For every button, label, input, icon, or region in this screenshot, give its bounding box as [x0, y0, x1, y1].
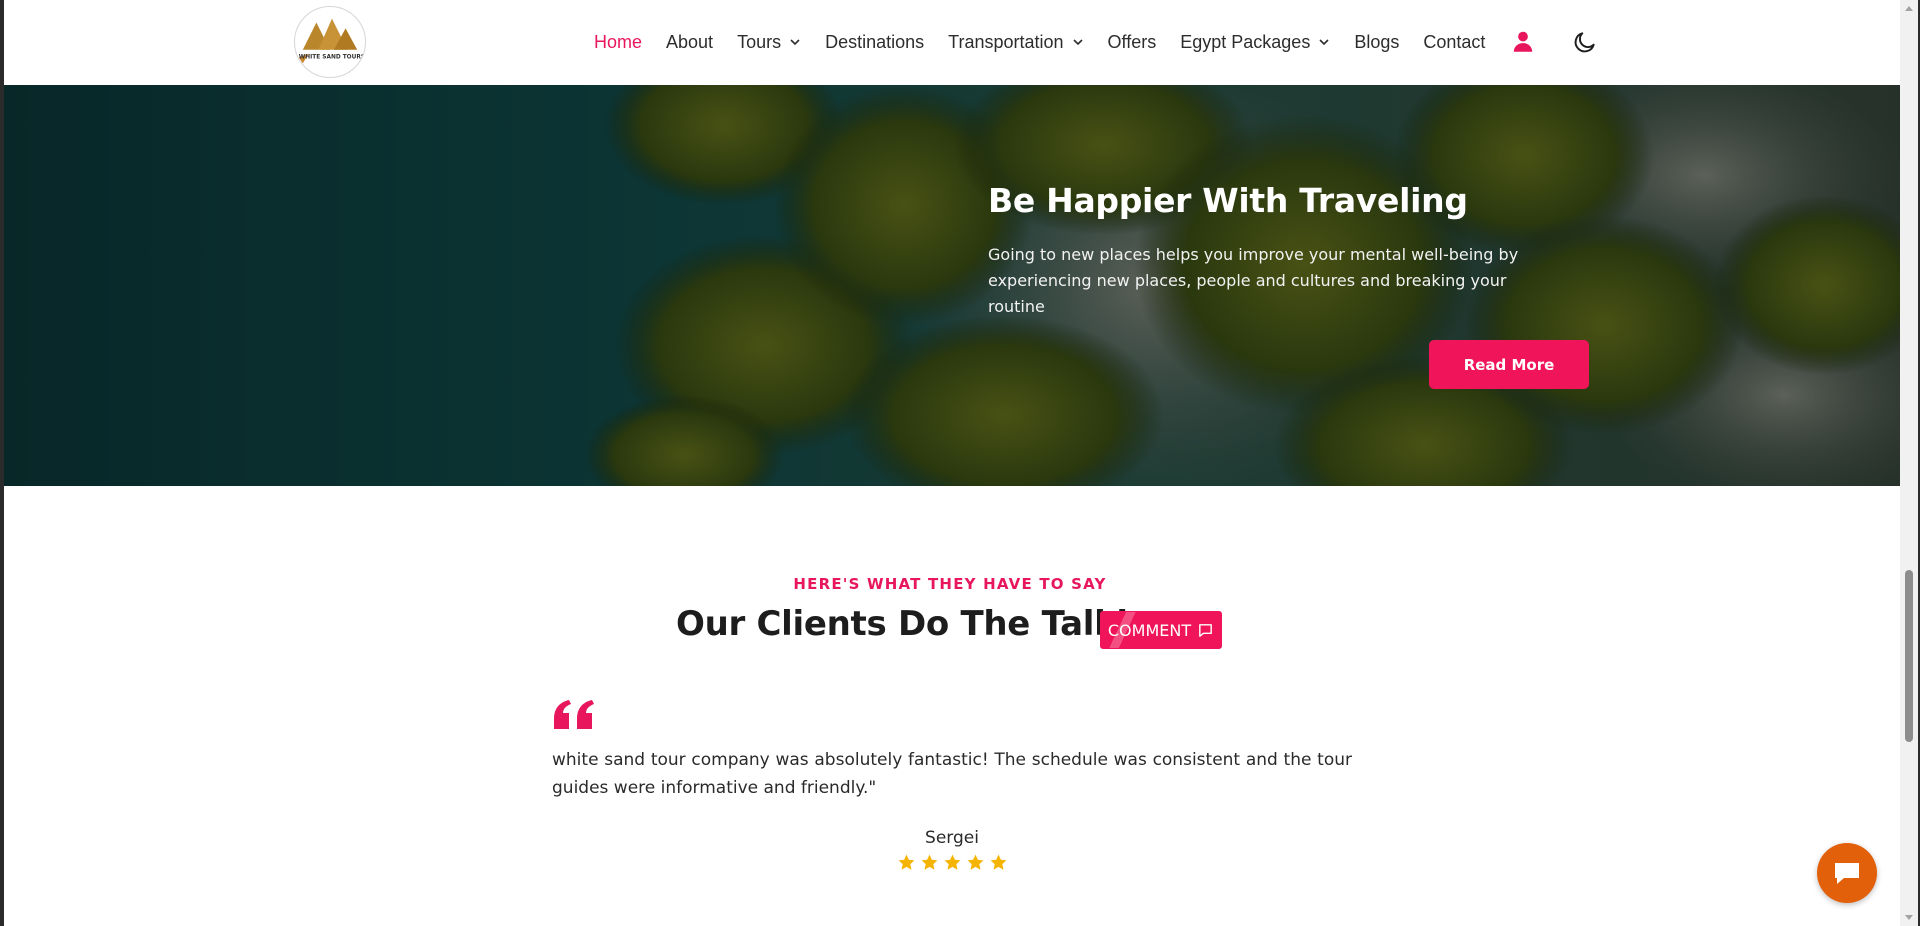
chevron-down-icon	[1319, 39, 1329, 46]
section-eyebrow: HERE'S WHAT THEY HAVE TO SAY	[793, 575, 1107, 593]
logo-mark-icon: WHITE SAND TOURS	[295, 7, 365, 77]
chevron-down-icon	[1072, 39, 1083, 46]
user-icon[interactable]	[1510, 29, 1536, 55]
read-more-button[interactable]: Read More	[1429, 340, 1589, 389]
hero-banner: Be Happier With Traveling Going to new p…	[4, 85, 1900, 486]
scrollbar-thumb[interactable]	[1905, 570, 1913, 742]
nav-item-label: Home	[594, 31, 643, 52]
nav-item-label: Egypt Packages	[1180, 31, 1311, 52]
nav-item-home[interactable]: Home	[594, 32, 642, 53]
nav-item-label: Transportation	[948, 31, 1064, 52]
scroll-up-arrow-icon[interactable]	[1905, 6, 1913, 11]
star-icon	[921, 854, 938, 870]
page-scrollbar[interactable]	[1900, 0, 1918, 926]
scroll-down-arrow-icon[interactable]	[1905, 915, 1913, 920]
nav-item-tours[interactable]: Tours	[737, 32, 801, 53]
nav-item-transportation[interactable]: Transportation	[948, 32, 1083, 53]
chevron-down-icon	[790, 39, 800, 46]
chat-bubble-icon	[1835, 863, 1859, 884]
rating-stars	[897, 853, 1008, 872]
moon-icon[interactable]	[1572, 29, 1598, 55]
main-nav: Home About Tours Destinations Transportation…	[594, 0, 1509, 84]
nav-item-egypt-packages[interactable]: Egypt Packages	[1180, 32, 1330, 53]
nav-item-label: About	[666, 31, 714, 52]
quote-icon	[554, 700, 594, 729]
nav-item-offers[interactable]: Offers	[1108, 32, 1157, 53]
nav-item-label: Destinations	[825, 31, 925, 52]
star-icon	[944, 854, 961, 870]
comment-button[interactable]: COMMENT	[1100, 611, 1222, 649]
nav-item-label: Tours	[737, 31, 782, 52]
nav-item-blogs[interactable]: Blogs	[1354, 32, 1399, 53]
nav-item-contact[interactable]: Contact	[1423, 32, 1485, 53]
testimonial-quote: white sand tour company was absolutely f…	[552, 750, 1352, 798]
star-icon	[990, 854, 1007, 870]
testimonial-author: Sergei	[925, 828, 979, 848]
nav-item-label: Blogs	[1354, 31, 1400, 52]
nav-item-about[interactable]: About	[666, 32, 713, 53]
nav-item-label: Offers	[1107, 31, 1157, 52]
hero-title: Be Happier With Traveling	[988, 181, 1468, 220]
nav-item-label: Contact	[1423, 31, 1486, 52]
button-stripe-decoration	[1107, 612, 1137, 648]
message-icon	[1199, 623, 1212, 637]
nav-item-destinations[interactable]: Destinations	[825, 32, 924, 53]
site-logo[interactable]: WHITE SAND TOURS	[294, 6, 366, 78]
hero-description: Going to new places helps you improve yo…	[988, 245, 1519, 316]
svg-text:WHITE SAND TOURS: WHITE SAND TOURS	[299, 55, 365, 61]
star-icon	[967, 854, 984, 870]
navbar: WHITE SAND TOURS Home About Tours Destinati…	[4, 0, 1900, 85]
chat-widget-button[interactable]	[1817, 843, 1877, 903]
star-icon	[898, 854, 915, 870]
hero-background-image	[4, 85, 1900, 486]
